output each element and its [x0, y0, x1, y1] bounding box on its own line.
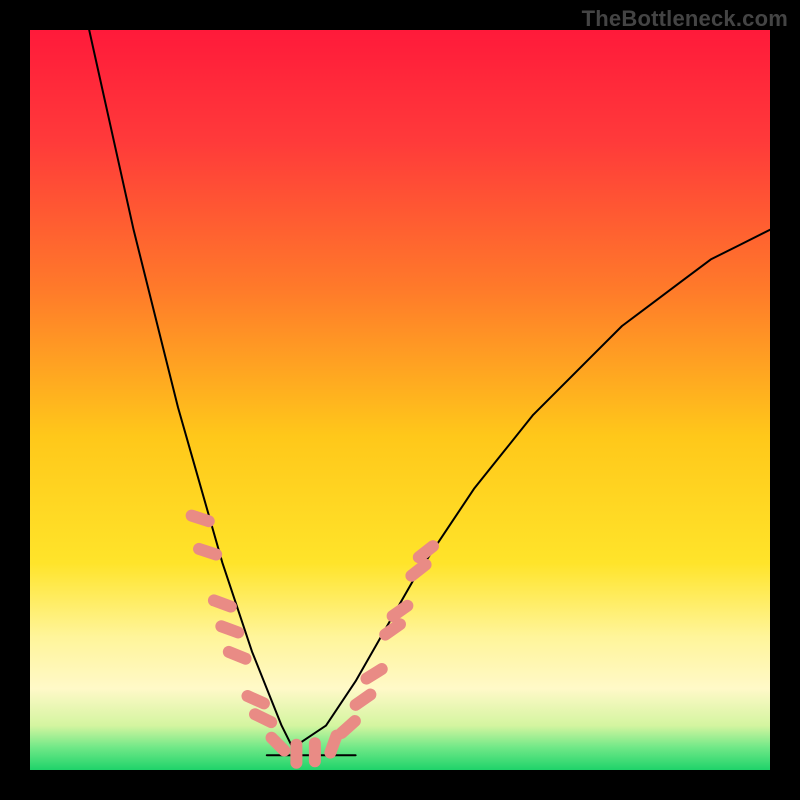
chart-frame: TheBottleneck.com: [0, 0, 800, 800]
plot-area: [30, 30, 770, 770]
marker-8: [290, 739, 302, 769]
attribution-text: TheBottleneck.com: [582, 6, 788, 32]
chart-svg: [30, 30, 770, 770]
gradient-background: [30, 30, 770, 770]
marker-9: [309, 737, 321, 767]
